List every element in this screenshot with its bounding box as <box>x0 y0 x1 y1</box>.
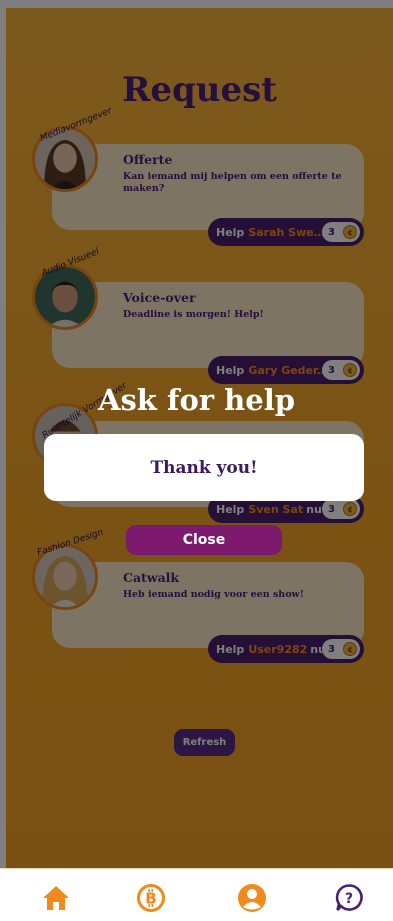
nav-profile[interactable] <box>237 883 267 913</box>
modal-dialog: Thank you! <box>44 434 364 501</box>
home-icon <box>43 886 69 910</box>
nav-help[interactable]: ? <box>334 883 364 913</box>
user-icon <box>238 884 266 912</box>
svg-text:B: B <box>145 890 156 908</box>
bottom-navbar: B ? <box>0 868 393 921</box>
nav-home[interactable] <box>41 883 71 913</box>
modal-message: Thank you! <box>150 457 258 478</box>
bitcoin-icon: B <box>137 884 165 912</box>
modal-title: Ask for help <box>97 383 296 417</box>
close-button[interactable]: Close <box>126 525 282 555</box>
help-icon: ? <box>335 884 363 911</box>
svg-text:?: ? <box>345 891 353 907</box>
nav-coins[interactable]: B <box>136 883 166 913</box>
